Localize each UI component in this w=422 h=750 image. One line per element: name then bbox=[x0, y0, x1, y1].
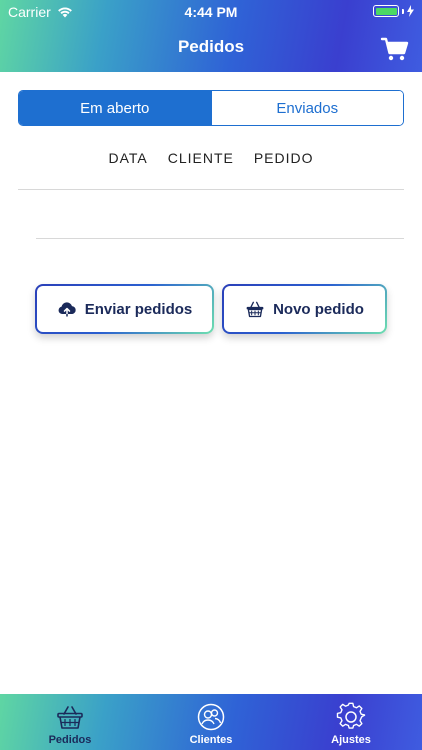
battery-icon bbox=[373, 5, 399, 17]
new-order-button[interactable]: Novo pedido bbox=[222, 284, 387, 334]
basket-icon bbox=[246, 301, 264, 318]
list-divider bbox=[36, 238, 404, 239]
app-header: Carrier 4:44 PM Pedidos bbox=[0, 0, 422, 72]
send-orders-button[interactable]: Enviar pedidos bbox=[35, 284, 214, 334]
cart-icon[interactable] bbox=[380, 34, 410, 64]
battery-indicator bbox=[373, 5, 414, 17]
tab-clientes[interactable]: Clientes bbox=[151, 694, 271, 750]
tab-bar: Pedidos Clientes Ajustes bbox=[0, 694, 422, 750]
status-time: 4:44 PM bbox=[184, 4, 238, 20]
column-header-client: CLIENTE bbox=[167, 150, 234, 166]
segment-open[interactable]: Em aberto bbox=[19, 91, 211, 125]
tab-clientes-label: Clientes bbox=[189, 734, 233, 746]
status-segmented-control: Em aberto Enviados bbox=[18, 90, 404, 126]
basket-icon bbox=[57, 706, 83, 729]
tab-ajustes-label: Ajustes bbox=[331, 734, 371, 746]
tab-pedidos[interactable]: Pedidos bbox=[10, 694, 130, 750]
column-header-order: PEDIDO bbox=[253, 150, 314, 166]
table-header: DATA CLIENTE PEDIDO bbox=[0, 150, 422, 166]
settings-icon bbox=[336, 702, 366, 729]
clients-icon bbox=[197, 703, 225, 731]
new-order-label: Novo pedido bbox=[273, 300, 364, 318]
status-bar: Carrier 4:44 PM bbox=[0, 0, 422, 24]
page-title: Pedidos bbox=[177, 37, 245, 56]
charging-bolt-icon bbox=[407, 5, 414, 17]
tab-pedidos-label: Pedidos bbox=[48, 734, 92, 746]
send-orders-label: Enviar pedidos bbox=[84, 300, 193, 318]
column-header-date: DATA bbox=[108, 150, 148, 166]
segment-sent[interactable]: Enviados bbox=[210, 91, 403, 125]
tab-ajustes[interactable]: Ajustes bbox=[291, 694, 411, 750]
cloud-upload-icon bbox=[58, 302, 76, 318]
header-divider bbox=[18, 189, 404, 190]
